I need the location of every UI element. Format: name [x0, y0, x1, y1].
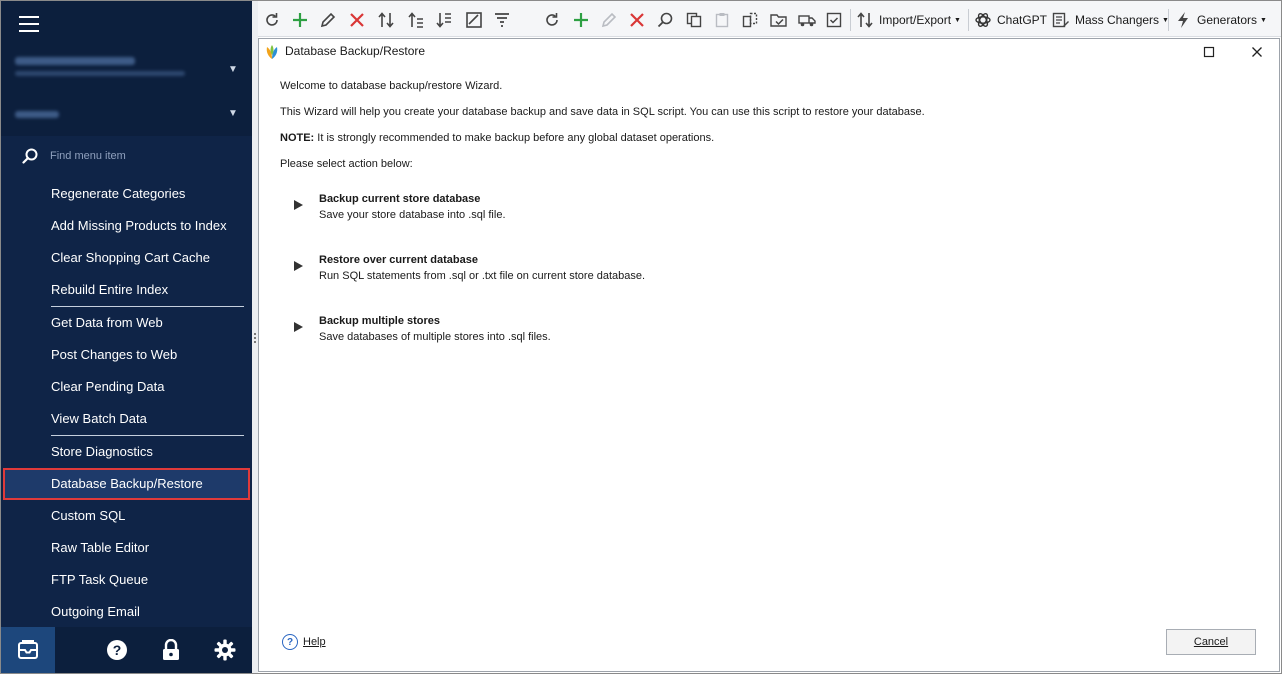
refresh-icon[interactable]: [262, 10, 282, 30]
note-text: NOTE: It is strongly recommended to make…: [280, 131, 1260, 145]
move-up-icon[interactable]: [406, 10, 426, 30]
play-arrow-icon: [294, 200, 303, 210]
chatgpt-icon[interactable]: [973, 10, 993, 30]
search-icon: [22, 148, 38, 164]
add-icon[interactable]: [571, 10, 591, 30]
refresh-icon[interactable]: [542, 10, 562, 30]
menu-search: [2, 138, 253, 174]
cancel-button[interactable]: Cancel: [1166, 629, 1256, 655]
sidebar-menu: Regenerate Categories Add Missing Product…: [1, 178, 252, 628]
sidebar-header: ▼ ▼: [1, 1, 252, 136]
sidebar-item-view-batch-data[interactable]: View Batch Data: [1, 403, 252, 435]
sidebar-item-raw-table-editor[interactable]: Raw Table Editor: [1, 532, 252, 564]
main-toolbar: Import/Export ▼ ChatGPT Mass Changers ▼ Ge…: [258, 1, 1281, 37]
lightning-icon[interactable]: [1173, 10, 1193, 30]
edit-icon[interactable]: [599, 10, 619, 30]
sidebar-item-regenerate-categories[interactable]: Regenerate Categories: [1, 178, 252, 210]
action-description: Save databases of multiple stores into .…: [319, 331, 551, 343]
help-icon[interactable]: ?: [90, 627, 144, 673]
settings-icon[interactable]: [198, 627, 252, 673]
sidebar-item-post-changes-to-web[interactable]: Post Changes to Web: [1, 339, 252, 371]
move-down-icon[interactable]: [434, 10, 454, 30]
help-label: Help: [303, 636, 326, 648]
welcome-text: Welcome to database backup/restore Wizar…: [280, 80, 503, 92]
sidebar-item-outgoing-email[interactable]: Outgoing Email: [1, 596, 252, 628]
wizard-action[interactable]: Backup current store database Save your s…: [294, 193, 894, 227]
action-description: Save your store database into .sql file.: [319, 209, 506, 221]
filter-icon[interactable]: [492, 10, 512, 30]
dialog-title-bar: Database Backup/Restore: [259, 39, 1279, 65]
search-input[interactable]: [50, 147, 240, 165]
hamburger-menu-icon[interactable]: [19, 16, 39, 32]
sidebar-item-get-data-from-web[interactable]: Get Data from Web: [1, 307, 252, 339]
language-selector[interactable]: [15, 111, 59, 118]
sidebar-item-rebuild-entire-index[interactable]: Rebuild Entire Index: [1, 274, 252, 306]
image-edit-icon[interactable]: [464, 10, 484, 30]
paste-icon[interactable]: [712, 10, 732, 30]
import-export-menu[interactable]: Import/Export ▼: [879, 10, 961, 30]
backup-restore-dialog: Database Backup/Restore Welcome to datab…: [258, 38, 1280, 672]
sidebar-item-ftp-task-queue[interactable]: FTP Task Queue: [1, 564, 252, 596]
wizard-action[interactable]: Backup multiple stores Save databases of …: [294, 315, 894, 349]
play-arrow-icon: [294, 261, 303, 271]
sidebar-item-clear-pending-data[interactable]: Clear Pending Data: [1, 371, 252, 403]
generators-menu[interactable]: Generators ▼: [1197, 10, 1267, 30]
note-body: It is strongly recommended to make backu…: [314, 132, 715, 144]
sidebar: ▼ ▼ Regenerate CategoriesAdd Missing Pro…: [1, 1, 252, 673]
checklist-icon[interactable]: [825, 10, 845, 30]
dialog-body: Welcome to database backup/restore Wizar…: [280, 79, 1260, 183]
sort-icon[interactable]: [376, 10, 396, 30]
sidebar-item-add-missing-products-to-index[interactable]: Add Missing Products to Index: [1, 210, 252, 242]
help-circle-icon: ?: [282, 634, 298, 650]
add-icon[interactable]: [290, 10, 310, 30]
sidebar-footer: ?: [1, 627, 252, 673]
import-export-icon[interactable]: [855, 10, 875, 30]
delete-icon[interactable]: [627, 10, 647, 30]
check-folder-icon[interactable]: [769, 10, 789, 30]
action-title: Backup current store database: [319, 193, 481, 205]
app-logo-icon: [266, 45, 278, 59]
dialog-title: Database Backup/Restore: [285, 44, 426, 58]
copy-icon[interactable]: [684, 10, 704, 30]
delete-icon[interactable]: [347, 10, 367, 30]
note-label: NOTE:: [280, 132, 315, 144]
intro-text: This Wizard will help you create your da…: [280, 106, 925, 118]
maximize-icon[interactable]: [1197, 41, 1221, 63]
mass-changers-menu[interactable]: Mass Changers ▼: [1075, 10, 1169, 30]
duplicate-icon[interactable]: [740, 10, 760, 30]
play-arrow-icon: [294, 322, 303, 332]
lock-icon[interactable]: [144, 627, 198, 673]
edit-icon[interactable]: [318, 10, 338, 30]
store-icon[interactable]: [1, 627, 55, 673]
sidebar-item-clear-shopping-cart-cache[interactable]: Clear Shopping Cart Cache: [1, 242, 252, 274]
sidebar-item-database-backup-restore[interactable]: Database Backup/Restore: [3, 468, 250, 500]
chevron-down-icon[interactable]: ▼: [228, 109, 238, 119]
select-prompt: Please select action below:: [280, 158, 413, 170]
wizard-action[interactable]: Restore over current database Run SQL sta…: [294, 254, 894, 288]
svg-text:?: ?: [113, 642, 122, 658]
action-title: Restore over current database: [319, 254, 478, 266]
action-title: Backup multiple stores: [319, 315, 441, 327]
close-icon[interactable]: [1245, 41, 1269, 63]
store-selector[interactable]: [15, 53, 225, 76]
chatgpt-button[interactable]: ChatGPT: [997, 10, 1047, 30]
search-icon[interactable]: [655, 10, 675, 30]
sidebar-item-store-diagnostics[interactable]: Store Diagnostics: [1, 436, 252, 468]
help-button[interactable]: ? Help: [279, 629, 355, 655]
shipping-icon[interactable]: [797, 10, 817, 30]
action-description: Run SQL statements from .sql or .txt fil…: [319, 270, 646, 282]
sidebar-item-custom-sql[interactable]: Custom SQL: [1, 500, 252, 532]
mass-changers-icon[interactable]: [1051, 10, 1071, 30]
chevron-down-icon[interactable]: ▼: [228, 65, 238, 75]
